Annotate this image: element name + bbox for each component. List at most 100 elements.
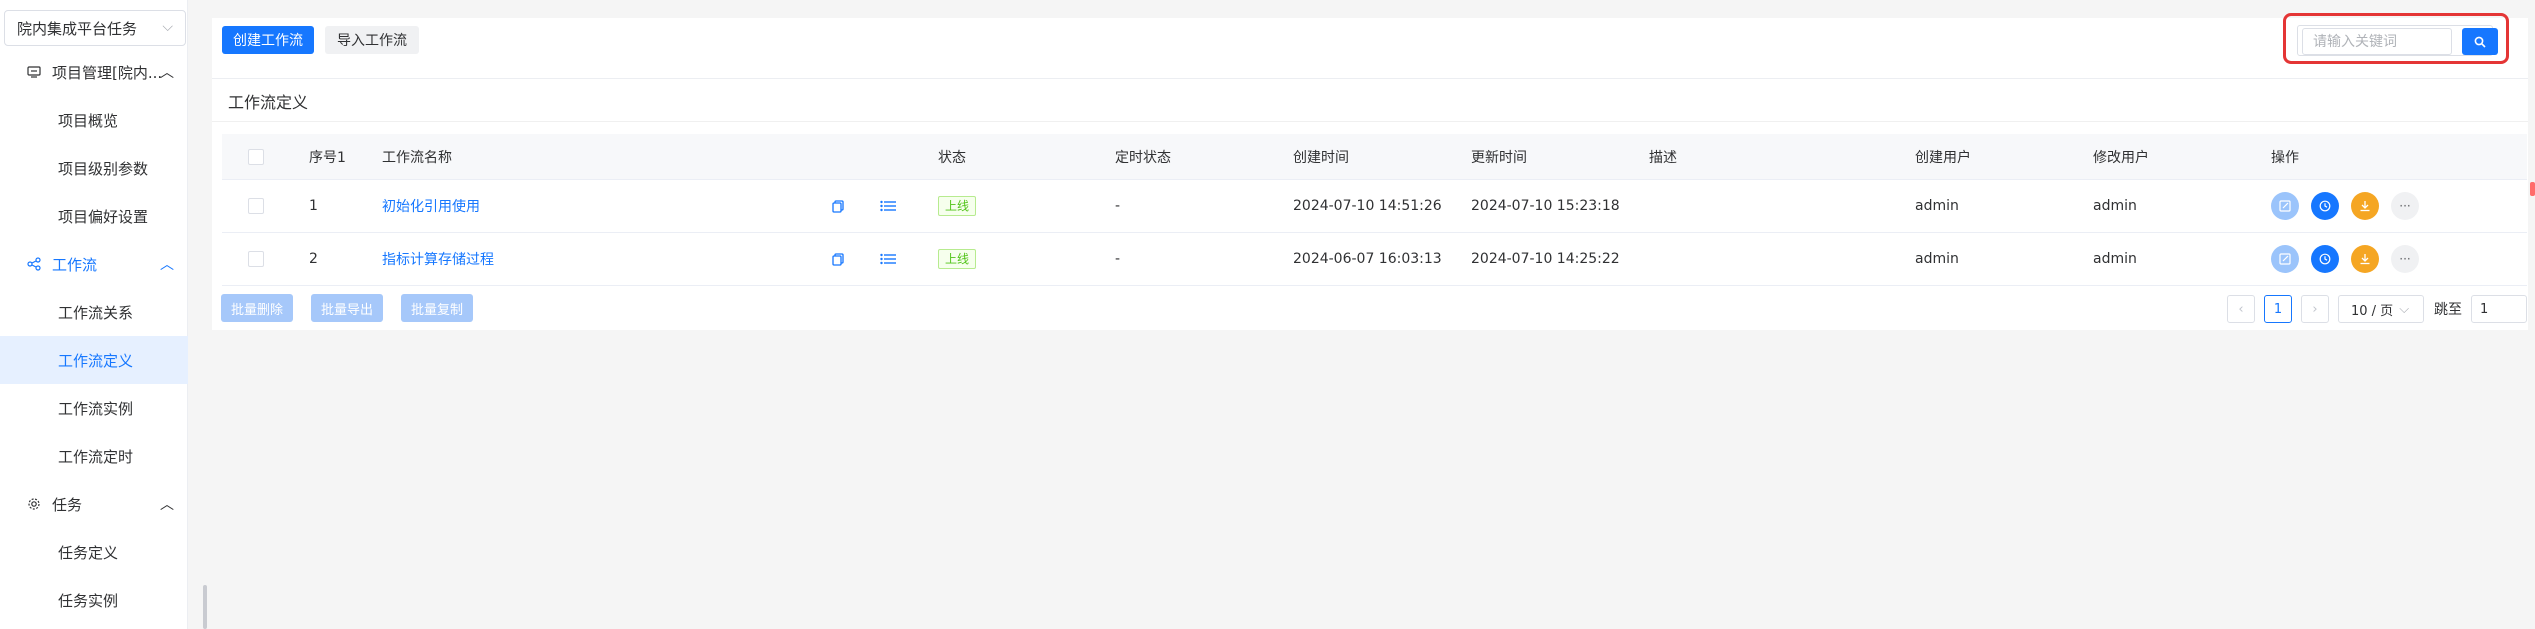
more-button[interactable]: ···: [2391, 192, 2419, 220]
select-all-checkbox[interactable]: [248, 148, 264, 165]
sidebar-group-task[interactable]: 任务 ︿: [0, 480, 188, 528]
sidebar-item-task-definition[interactable]: 任务定义: [0, 528, 188, 576]
sidebar-group-workflow[interactable]: 工作流 ︿: [0, 240, 188, 288]
edit-icon: [2279, 200, 2291, 212]
table-row: 2 指标计算存储过程 上线 - 2024-06-07 16:03:13 2024…: [222, 233, 2527, 286]
chevron-down-icon: ⌵: [162, 19, 173, 35]
sidebar-item-workflow-relation[interactable]: 工作流关系: [0, 288, 188, 336]
page-size-value: 10 / 页: [2351, 303, 2394, 319]
batch-export-button[interactable]: 批量导出: [311, 294, 384, 322]
sidebar-item-workflow-definition[interactable]: 工作流定义: [0, 336, 188, 384]
sidebar-item-project-params[interactable]: 项目级别参数: [0, 144, 188, 192]
sidebar-item-label: 任务定义: [58, 543, 119, 562]
schedule-status: -: [1115, 251, 1121, 267]
more-button[interactable]: ···: [2391, 245, 2419, 273]
sidebar-item-label: 工作流定时: [58, 447, 134, 466]
status-cell: 上线: [938, 233, 977, 285]
updated-time: 2024-07-10 15:23:18: [1471, 198, 1620, 214]
workflow-name-link[interactable]: 初始化引用使用: [382, 180, 480, 232]
row-checkbox[interactable]: [248, 198, 264, 214]
clock-icon: [2319, 200, 2331, 212]
page-1-button[interactable]: 1: [2264, 295, 2292, 323]
header-schedule-status: 定时状态: [1115, 149, 1171, 166]
sidebar-item-project-overview[interactable]: 项目概览: [0, 96, 188, 144]
row-operations: ···: [2271, 233, 2431, 285]
app-root: 院内集成平台任务 ⌵ 项目管理[院内... ︿ 项目概览 项目级别参数 项目偏好…: [0, 0, 2535, 629]
sidebar: 院内集成平台任务 ⌵ 项目管理[院内... ︿ 项目概览 项目级别参数 项目偏好…: [0, 0, 188, 629]
header-created-time: 创建时间: [1293, 149, 1349, 166]
workflow-icon: [26, 256, 42, 272]
copy-icon[interactable]: [832, 233, 844, 285]
edge-indicator: [2530, 182, 2535, 196]
header-status: 状态: [938, 149, 966, 166]
batch-delete-button[interactable]: 批量删除: [221, 294, 294, 322]
next-page-button[interactable]: ›: [2301, 295, 2329, 323]
sidebar-item-label: 工作流实例: [58, 399, 134, 418]
toolbar: 创建工作流 导入工作流 today ⌵: [212, 13, 2528, 78]
page-title: 工作流定义: [228, 93, 309, 112]
workflow-definition-panel: 工作流定义 序号1 工作流名称 状态 定时状态 创建时间 更新时间 描述 创建用…: [212, 78, 2528, 330]
sidebar-group-label: 工作流: [52, 255, 98, 274]
edit-button[interactable]: [2271, 245, 2299, 273]
project-select[interactable]: 院内集成平台任务 ⌵: [4, 10, 186, 46]
prev-page-button[interactable]: ‹: [2227, 295, 2255, 323]
table-row: 1 初始化引用使用 上线 - 2024-07-10 14:51:26 2024-…: [222, 180, 2527, 233]
row-index: 1: [309, 198, 318, 214]
edit-button[interactable]: [2271, 192, 2299, 220]
list-icon[interactable]: [880, 180, 896, 232]
download-button[interactable]: [2351, 192, 2379, 220]
sidebar-item-workflow-timing[interactable]: 工作流定时: [0, 432, 188, 480]
header-operations: 操作: [2271, 149, 2299, 166]
sidebar-item-project-prefs[interactable]: 项目偏好设置: [0, 192, 188, 240]
header-index[interactable]: 序号1: [309, 134, 346, 179]
copy-icon[interactable]: [832, 180, 844, 232]
table-header: 序号1 工作流名称 状态 定时状态 创建时间 更新时间 描述 创建用户 修改用户…: [222, 134, 2527, 180]
workflow-table: 序号1 工作流名称 状态 定时状态 创建时间 更新时间 描述 创建用户 修改用户…: [222, 134, 2527, 286]
header-modifier: 修改用户: [2093, 149, 2149, 166]
header-description: 描述: [1649, 149, 1677, 166]
chevron-up-icon: ︿: [160, 65, 174, 81]
clock-icon: [2319, 253, 2331, 265]
sidebar-scrollbar[interactable]: [203, 585, 207, 629]
status-badge: 上线: [938, 249, 977, 269]
select-all-checkbox-cell: [248, 134, 264, 179]
chevron-up-icon: ︿: [160, 497, 174, 513]
download-icon: [2360, 201, 2370, 212]
workflow-name-link[interactable]: 指标计算存储过程: [382, 233, 494, 285]
status-badge: 上线: [938, 196, 977, 216]
download-icon: [2360, 254, 2370, 265]
updated-time: 2024-07-10 14:25:22: [1471, 251, 1620, 267]
project-icon: [26, 64, 42, 80]
sidebar-item-workflow-instance[interactable]: 工作流实例: [0, 384, 188, 432]
search-button[interactable]: [2462, 28, 2498, 55]
project-select-value: 院内集成平台任务: [17, 19, 138, 38]
created-time: 2024-06-07 16:03:13: [1293, 251, 1442, 267]
header-updated-time: 更新时间: [1471, 149, 1527, 166]
page-size-select[interactable]: 10 / 页 ⌵: [2338, 295, 2424, 323]
row-checkbox-cell: [248, 233, 264, 285]
keyword-input[interactable]: [2302, 28, 2452, 55]
list-icon[interactable]: [880, 233, 896, 285]
edit-icon: [2279, 253, 2291, 265]
import-workflow-button[interactable]: 导入工作流: [325, 26, 419, 54]
sidebar-item-label: 项目级别参数: [58, 159, 149, 178]
sidebar-item-task-instance[interactable]: 任务实例: [0, 576, 188, 624]
sidebar-item-label: 项目偏好设置: [58, 207, 149, 226]
row-checkbox-cell: [248, 180, 264, 232]
timing-button[interactable]: [2311, 192, 2339, 220]
modifier: admin: [2093, 251, 2137, 267]
creator: admin: [1915, 198, 1959, 214]
batch-copy-button[interactable]: 批量复制: [401, 294, 474, 322]
sidebar-item-label: 工作流定义: [58, 351, 134, 370]
sidebar-item-label: 项目概览: [58, 111, 119, 130]
sidebar-group-project[interactable]: 项目管理[院内... ︿: [0, 48, 188, 96]
jump-page-input[interactable]: 1: [2471, 295, 2527, 323]
row-checkbox[interactable]: [248, 251, 264, 267]
gear-icon: [26, 496, 42, 512]
jump-label: 跳至: [2434, 302, 2462, 318]
timing-button[interactable]: [2311, 245, 2339, 273]
row-index: 2: [309, 251, 318, 267]
creator: admin: [1915, 251, 1959, 267]
download-button[interactable]: [2351, 245, 2379, 273]
create-workflow-button[interactable]: 创建工作流: [222, 26, 314, 54]
